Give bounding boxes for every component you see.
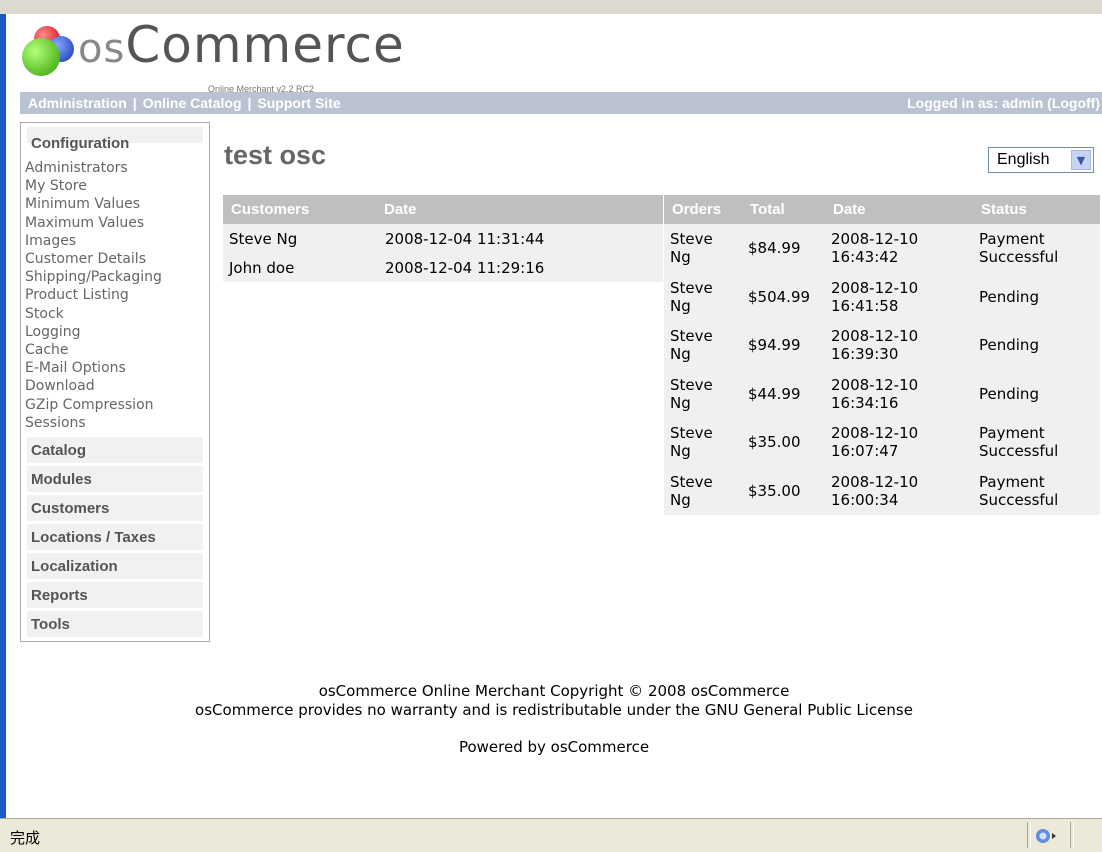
order-date: 2008-12-10 16:39:30 (825, 321, 973, 370)
window-top-edge (0, 0, 1102, 14)
page-title: test osc (224, 140, 327, 170)
sidebar-heading-reports[interactable]: Reports (31, 587, 88, 604)
configuration-links: Administrators My Store Minimum Values M… (25, 159, 162, 432)
logged-in-status[interactable]: Logged in as: admin (Logoff) (907, 95, 1100, 111)
config-link-stock[interactable]: Stock (25, 305, 162, 323)
status-text: 完成 (10, 829, 41, 847)
order-total: $44.99 (742, 369, 825, 418)
config-link-shipping-packaging[interactable]: Shipping/Packaging (25, 268, 162, 286)
column-header-orders: Orders (664, 195, 742, 224)
language-select[interactable]: English ▼ (988, 147, 1094, 173)
nav-link-administration[interactable]: Administration (28, 95, 127, 111)
logo-wordmark: osCommerce (78, 16, 405, 74)
customer-name[interactable]: Steve Ng (223, 224, 376, 253)
sidebar-heading-localization[interactable]: Localization (31, 558, 118, 575)
oscommerce-logo[interactable]: osCommerce Online Merchant v2.2 RC2 (20, 16, 404, 98)
table-row[interactable]: Steve Ng $94.99 2008-12-10 16:39:30 Pendin… (664, 321, 1100, 370)
orders-table: Orders Total Date Status Steve Ng $84.99 … (664, 195, 1100, 515)
sidebar-heading-configuration[interactable]: Configuration (31, 135, 129, 152)
order-total: $94.99 (742, 321, 825, 370)
footer-powered-by: Powered by osCommerce (458, 738, 650, 756)
customer-date: 2008-12-04 11:31:44 (376, 224, 663, 253)
footer-license: osCommerce provides no warranty and is r… (195, 701, 913, 719)
order-total: $84.99 (742, 224, 825, 273)
config-link-logging[interactable]: Logging (25, 323, 162, 341)
admin-sidebar: Configuration Administrators My Store Mi… (20, 122, 210, 642)
status-divider (1027, 822, 1031, 848)
config-link-sessions[interactable]: Sessions (25, 414, 162, 432)
order-customer[interactable]: Steve Ng (664, 272, 742, 321)
config-link-minimum-values[interactable]: Minimum Values (25, 195, 162, 213)
order-status: Pending (973, 321, 1100, 370)
order-status: Pending (973, 272, 1100, 321)
logo-ball-green (22, 38, 60, 76)
customer-name[interactable]: John doe (223, 253, 376, 282)
order-total: $35.00 (742, 466, 825, 515)
config-link-cache[interactable]: Cache (25, 341, 162, 359)
config-link-download[interactable]: Download (25, 377, 162, 395)
nav-link-online-catalog[interactable]: Online Catalog (143, 95, 242, 111)
order-customer[interactable]: Steve Ng (664, 418, 742, 467)
order-date: 2008-12-10 16:34:16 (825, 369, 973, 418)
column-header-date: Date (376, 195, 663, 224)
order-date: 2008-12-10 16:41:58 (825, 272, 973, 321)
chevron-down-icon[interactable]: ▼ (1071, 150, 1091, 170)
column-header-total: Total (742, 195, 825, 224)
table-row[interactable]: Steve Ng 2008-12-04 11:31:44 (223, 224, 663, 253)
order-customer[interactable]: Steve Ng (664, 369, 742, 418)
customer-date: 2008-12-04 11:29:16 (376, 253, 663, 282)
order-customer[interactable]: Steve Ng (664, 466, 742, 515)
order-date: 2008-12-10 16:07:47 (825, 418, 973, 467)
order-customer[interactable]: Steve Ng (664, 224, 742, 273)
order-status: Payment Successful (973, 418, 1100, 467)
config-link-maximum-values[interactable]: Maximum Values (25, 214, 162, 232)
config-link-product-listing[interactable]: Product Listing (25, 286, 162, 304)
sidebar-heading-customers[interactable]: Customers (31, 500, 109, 517)
order-status: Pending (973, 369, 1100, 418)
browser-status-bar: 完成 (0, 818, 1102, 852)
order-date: 2008-12-10 16:00:34 (825, 466, 973, 515)
config-link-my-store[interactable]: My Store (25, 177, 162, 195)
config-link-customer-details[interactable]: Customer Details (25, 250, 162, 268)
order-status: Payment Successful (973, 466, 1100, 515)
customers-table: Customers Date Steve Ng 2008-12-04 11:31… (223, 195, 663, 282)
config-link-administrators[interactable]: Administrators (25, 159, 162, 177)
table-row[interactable]: John doe 2008-12-04 11:29:16 (223, 253, 663, 282)
table-row[interactable]: Steve Ng $44.99 2008-12-10 16:34:16 Pendin… (664, 369, 1100, 418)
sidebar-heading-tools[interactable]: Tools (31, 616, 70, 633)
header-nav-links: Administration | Online Catalog | Support Si… (28, 95, 341, 111)
logoff-link[interactable]: Logged in as: admin (Logoff) (907, 95, 1100, 111)
order-status: Payment Successful (973, 224, 1100, 273)
header-nav-bar: Administration | Online Catalog | Support Si… (20, 92, 1102, 114)
order-total: $35.00 (742, 418, 825, 467)
sidebar-heading-modules[interactable]: Modules (31, 471, 92, 488)
internet-zone-icon (1036, 829, 1056, 843)
column-header-date: Date (825, 195, 973, 224)
config-link-gzip-compression[interactable]: GZip Compression (25, 396, 162, 414)
language-selected-value: English (997, 151, 1050, 168)
config-link-images[interactable]: Images (25, 232, 162, 250)
column-header-status: Status (973, 195, 1100, 224)
order-total: $504.99 (742, 272, 825, 321)
column-header-customers: Customers (223, 195, 376, 224)
table-row[interactable]: Steve Ng $35.00 2008-12-10 16:00:34 Paymen… (664, 466, 1100, 515)
sidebar-heading-catalog[interactable]: Catalog (31, 442, 86, 459)
sidebar-heading-locations-taxes[interactable]: Locations / Taxes (31, 529, 156, 546)
table-row[interactable]: Steve Ng $35.00 2008-12-10 16:07:47 Paymen… (664, 418, 1100, 467)
order-customer[interactable]: Steve Ng (664, 321, 742, 370)
footer-copyright: osCommerce Online Merchant Copyright © 2… (318, 682, 790, 700)
nav-link-support-site[interactable]: Support Site (257, 95, 340, 111)
order-date: 2008-12-10 16:43:42 (825, 224, 973, 273)
config-link-email-options[interactable]: E-Mail Options (25, 359, 162, 377)
status-divider (1070, 822, 1074, 848)
page: osCommerce Online Merchant v2.2 RC2 Admi… (6, 14, 1102, 818)
table-row[interactable]: Steve Ng $84.99 2008-12-10 16:43:42 Paymen… (664, 224, 1100, 273)
table-row[interactable]: Steve Ng $504.99 2008-12-10 16:41:58 Pendi… (664, 272, 1100, 321)
